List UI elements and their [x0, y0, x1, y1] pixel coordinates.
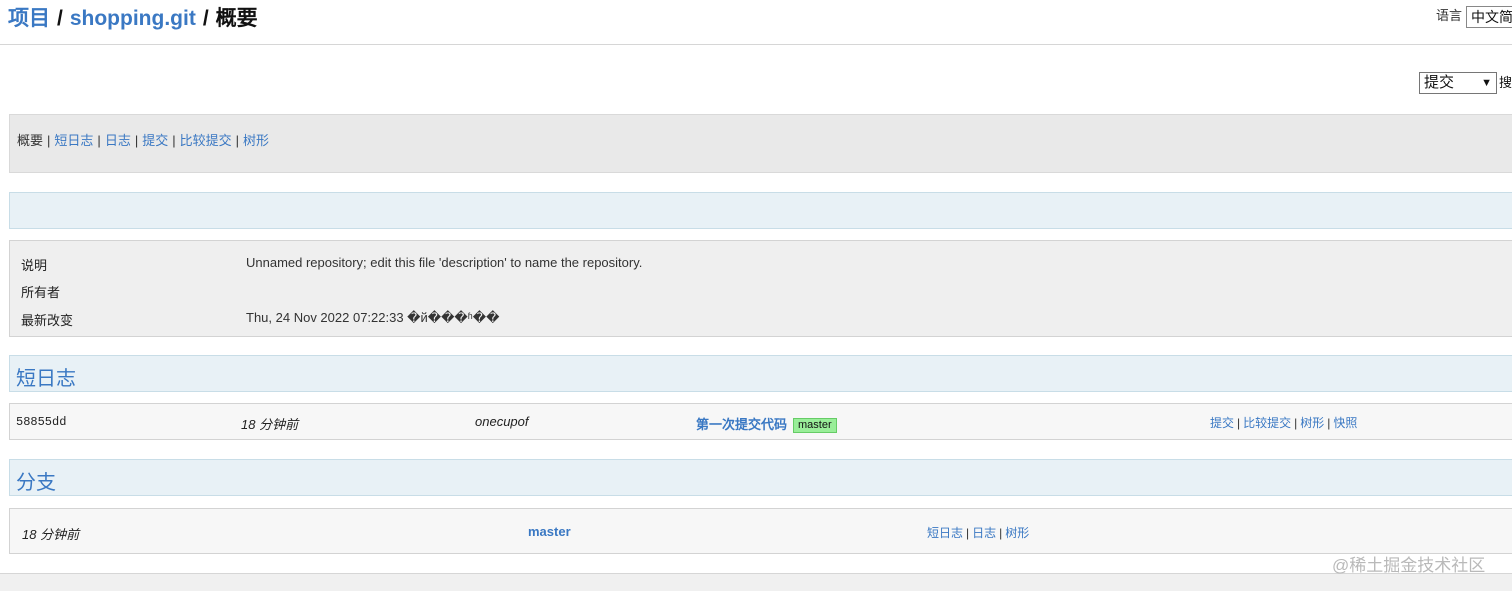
search-type-select[interactable]: 提交 ▼ — [1419, 72, 1497, 94]
project-info-table: 说明 Unnamed repository; edit this file 'd… — [9, 240, 1512, 337]
info-value-last-change: Thu, 24 Nov 2022 07:22:33 �й���ʱ�� — [246, 310, 500, 325]
breadcrumb-repo-link[interactable]: shopping.git — [70, 7, 196, 30]
nav-link-tree[interactable]: 树形 — [243, 133, 269, 148]
branch-action-shortlog[interactable]: 短日志 — [927, 526, 963, 540]
branch-action-log[interactable]: 日志 — [972, 526, 996, 540]
nav-separator: | — [235, 133, 240, 148]
search-type-value: 提交 — [1424, 74, 1455, 91]
action-separator: | — [1294, 416, 1298, 430]
breadcrumb-current: 概要 — [215, 7, 258, 30]
info-label-last-change: 最新改变 — [21, 313, 74, 328]
commit-message-link[interactable]: 第一次提交代码 — [696, 417, 787, 432]
search-label: 搜 — [1499, 75, 1512, 90]
info-value-description: Unnamed repository; edit this file 'desc… — [246, 255, 643, 270]
breadcrumb-separator: / — [57, 7, 63, 30]
action-separator: | — [999, 526, 1003, 540]
breadcrumb: 项目 / shopping.git / 概要 — [8, 2, 258, 32]
page-nav: 概要 | 短日志 | 日志 | 提交 | 比较提交 | 树形 — [9, 114, 1512, 173]
commit-hash: 58855dd — [16, 415, 67, 429]
branch-age: 18 分钟前 — [22, 527, 80, 542]
branches-section-header: 分支 — [9, 459, 1512, 496]
shortlog-section-header: 短日志 — [9, 355, 1512, 392]
nav-separator: | — [172, 133, 176, 148]
branch-name-cell: master — [528, 524, 571, 539]
language-switcher: 语言 中文简 — [1436, 5, 1512, 28]
language-select[interactable]: 中文简 — [1466, 5, 1512, 28]
branch-action-tree[interactable]: 树形 — [1005, 526, 1029, 540]
search-bar: 提交 ▼ 搜 — [1419, 72, 1512, 94]
breadcrumb-projects-link[interactable]: 项目 — [8, 7, 50, 30]
table-row: 58855dd 18 分钟前 onecupof 第一次提交代码 master 提交… — [9, 403, 1512, 440]
branches-title-link[interactable]: 分支 — [16, 466, 56, 495]
info-label-owner: 所有者 — [21, 285, 61, 300]
info-label-description: 说明 — [21, 258, 48, 273]
nav-separator: | — [47, 133, 51, 148]
commit-age: 18 分钟前 — [241, 417, 299, 432]
nav-link-commitdiff[interactable]: 比较提交 — [180, 133, 232, 148]
ref-badge-master[interactable]: master — [793, 418, 837, 434]
nav-link-commit[interactable]: 提交 — [142, 133, 168, 148]
nav-separator: | — [134, 133, 139, 148]
shortlog-title-link[interactable]: 短日志 — [16, 362, 76, 391]
nav-item-summary-current: 概要 — [17, 133, 44, 148]
empty-title-bar — [9, 192, 1512, 229]
commit-message-cell: 第一次提交代码 master — [696, 414, 837, 434]
branch-name-link[interactable]: master — [528, 524, 571, 539]
branch-actions: 短日志 | 日志 | 树形 — [927, 524, 1029, 541]
table-row: 18 分钟前 master 短日志 | 日志 | 树形 — [9, 508, 1512, 554]
commit-action-tree[interactable]: 树形 — [1300, 416, 1324, 430]
commit-actions: 提交 | 比较提交 | 树形 | 快照 — [1210, 414, 1357, 431]
language-label: 语言 — [1436, 8, 1463, 23]
watermark: @稀土掘金技术社区 — [1332, 556, 1486, 575]
nav-link-log[interactable]: 日志 — [105, 133, 131, 148]
commit-action-snapshot[interactable]: 快照 — [1333, 416, 1357, 430]
breadcrumb-separator: / — [202, 7, 209, 30]
action-separator: | — [1327, 416, 1331, 430]
commit-action-commitdiff[interactable]: 比较提交 — [1243, 416, 1291, 430]
nav-link-shortlog[interactable]: 短日志 — [54, 133, 93, 148]
chevron-down-icon: ▼ — [1481, 77, 1492, 89]
page-footer — [0, 573, 1512, 591]
action-separator: | — [1237, 416, 1241, 430]
commit-action-commit[interactable]: 提交 — [1210, 416, 1234, 430]
page-header: 项目 / shopping.git / 概要 语言 中文简 — [0, 0, 1512, 45]
nav-separator: | — [97, 133, 101, 148]
action-separator: | — [966, 526, 970, 540]
commit-author: onecupof — [475, 414, 529, 429]
